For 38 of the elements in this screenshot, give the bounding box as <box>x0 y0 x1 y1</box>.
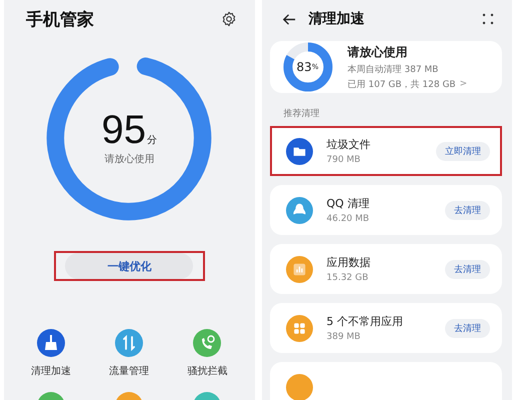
transfer-icon[interactable] <box>115 329 144 357</box>
clean-button[interactable]: 去清理 <box>445 318 490 338</box>
optimize-button[interactable]: 一键优化 <box>65 253 194 279</box>
item-size: 790 MB <box>326 155 362 165</box>
item-size: 15.32 GB <box>326 273 370 283</box>
tool-label: 骚扰拦截 <box>187 364 228 378</box>
item-size: 46.20 MB <box>326 214 370 224</box>
item-size: 389 MB <box>326 332 362 342</box>
clean-button[interactable]: 立即清理 <box>436 142 490 160</box>
clean-button[interactable]: 去清理 <box>445 260 490 278</box>
page-title: 清理加速 <box>308 10 364 28</box>
clean-item-card[interactable]: 垃圾文件 790 MB 立即清理 <box>270 126 502 176</box>
clean-item-card[interactable] <box>270 362 502 400</box>
storage-percent: 83 <box>296 60 312 74</box>
settings-icon[interactable] <box>220 11 236 27</box>
clean-item-card[interactable]: QQ 清理 46.20 MB 去清理 <box>270 185 502 235</box>
clean-item-card[interactable]: 应用数据 15.32 GB 去清理 <box>270 244 502 294</box>
item-name: 垃圾文件 <box>326 137 372 152</box>
clean-button[interactable]: 去清理 <box>445 200 490 220</box>
score-status: 请放心使用 <box>104 152 154 166</box>
app-title: 手机管家 <box>26 8 94 30</box>
clean-item-card[interactable]: 5 个不常用应用 389 MB 去清理 <box>270 303 502 353</box>
tool-label: 流量管理 <box>109 364 150 378</box>
more-icon[interactable] <box>482 13 494 25</box>
score-unit: 分 <box>147 134 157 147</box>
section-heading: 推荐清理 <box>284 108 320 120</box>
tool-label: 清理加速 <box>31 364 72 378</box>
phone-block-icon[interactable] <box>193 329 222 357</box>
item-name: 5 个不常用应用 <box>326 314 404 329</box>
score-value: 95 <box>102 110 146 150</box>
usage-text: 已用 107 GB，共 128 GB <box>348 78 456 90</box>
back-arrow-icon[interactable] <box>282 12 296 26</box>
item-name: 应用数据 <box>326 255 372 270</box>
broom-icon[interactable] <box>37 329 66 357</box>
storage-status: 请放心使用 <box>348 44 408 60</box>
chevron[interactable]: > <box>460 79 468 89</box>
auto-clean-text: 本周自动清理 387 MB <box>348 64 440 76</box>
item-name: QQ 清理 <box>326 196 370 211</box>
